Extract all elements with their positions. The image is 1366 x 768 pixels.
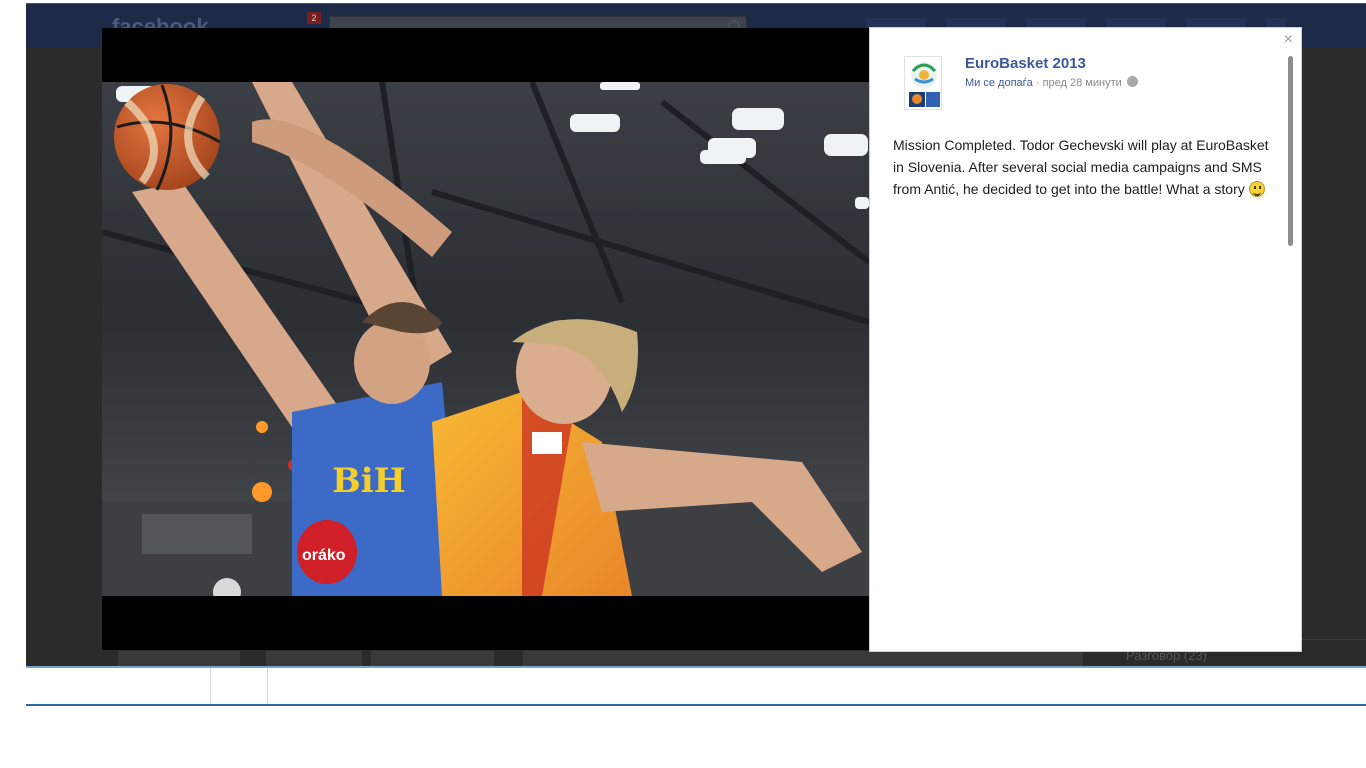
like-link[interactable]: Ми се допаѓа bbox=[965, 77, 1033, 89]
page-band bbox=[26, 666, 1366, 706]
page-name-link[interactable]: EuroBasket 2013 bbox=[965, 55, 1086, 72]
close-icon[interactable]: × bbox=[1284, 32, 1293, 48]
panel-scrollbar[interactable] bbox=[1288, 56, 1293, 246]
notification-badge: 2 bbox=[307, 12, 321, 24]
post-timestamp[interactable]: пред 28 минути bbox=[1043, 77, 1122, 89]
post-text-container: Mission Completed. Todor Gechevski will … bbox=[893, 134, 1278, 200]
globe-icon bbox=[1126, 76, 1138, 87]
band-tab bbox=[210, 668, 268, 704]
post-meta: Ми се допаѓа · пред 28 минути bbox=[965, 76, 1138, 89]
photo-stage[interactable]: BiH oráko bbox=[102, 28, 869, 650]
svg-text:oráko: oráko bbox=[302, 547, 346, 564]
photo-image: BiH oráko bbox=[102, 82, 869, 596]
meta-separator: · bbox=[1035, 77, 1040, 89]
post-photo[interactable]: BiH oráko bbox=[102, 82, 869, 596]
page-avatar[interactable] bbox=[904, 56, 942, 110]
post-text: Mission Completed. Todor Gechevski will … bbox=[893, 137, 1269, 197]
post-details-panel: × EuroBasket 2013 Ми се допаѓа · пред 28… bbox=[869, 27, 1302, 652]
smiley-icon bbox=[1248, 181, 1265, 197]
eurobasket-logo-icon bbox=[905, 57, 941, 109]
svg-text:BiH: BiH bbox=[332, 461, 406, 501]
